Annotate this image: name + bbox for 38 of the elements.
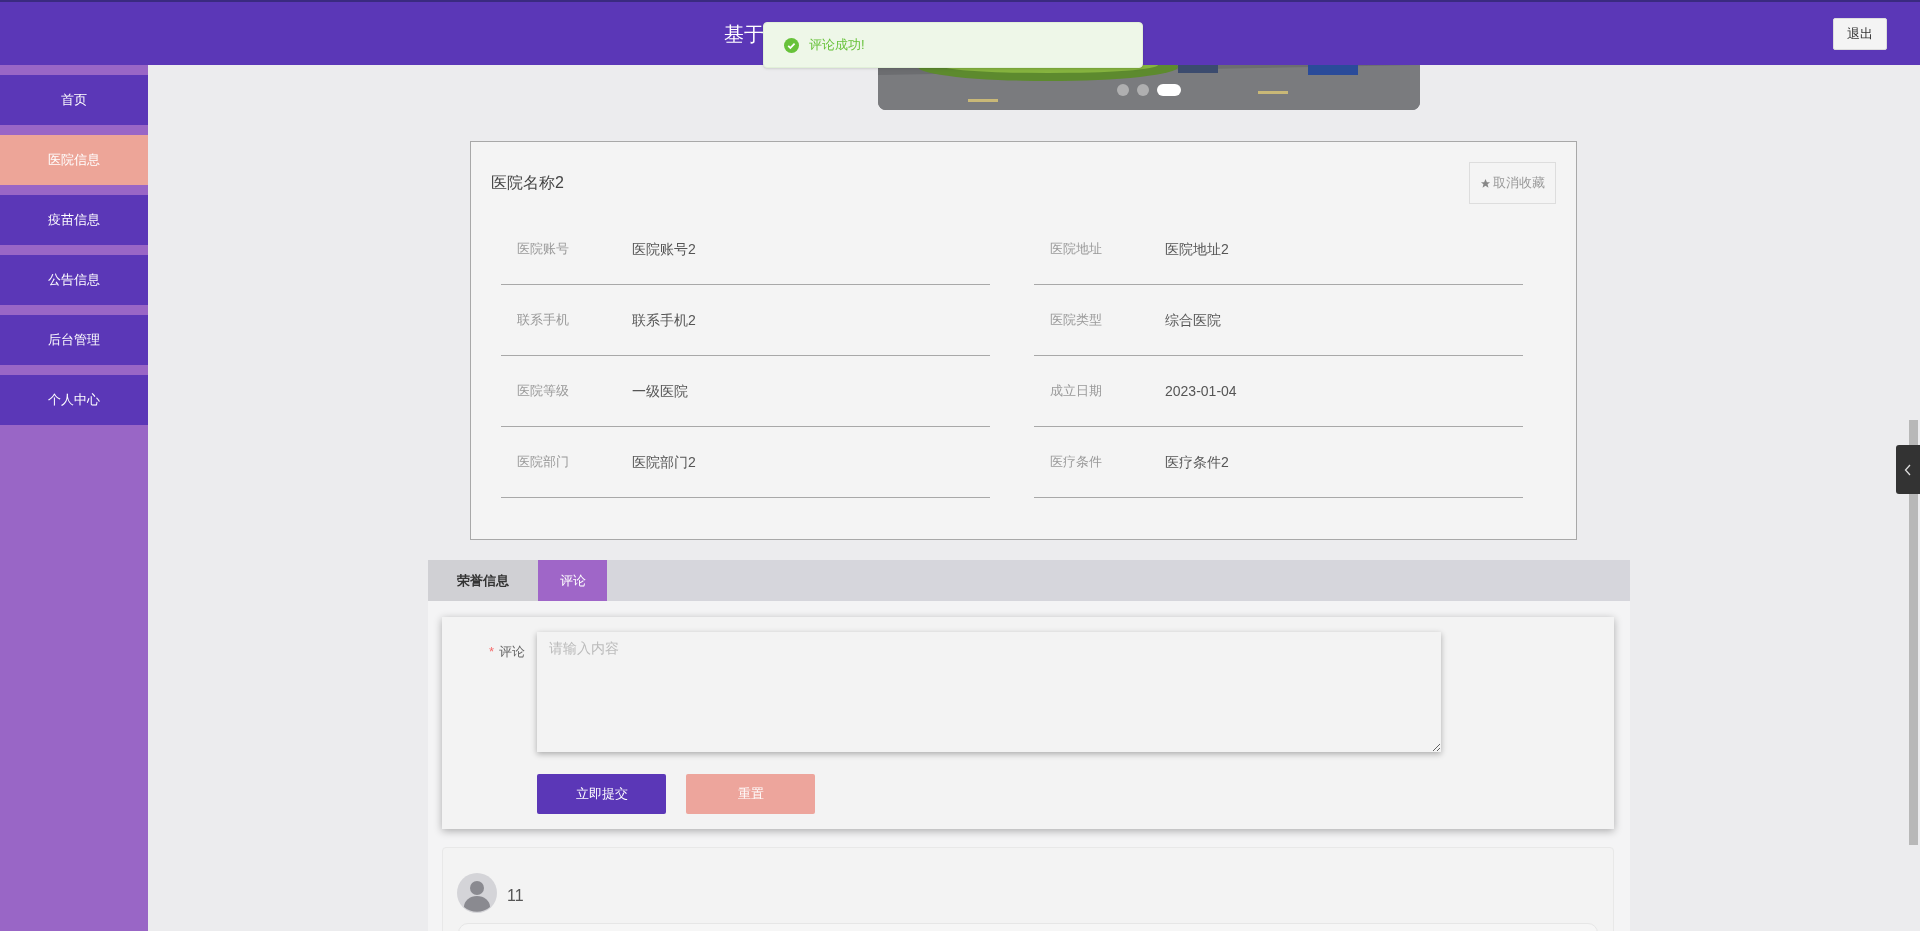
site-title: 基于 bbox=[724, 22, 764, 46]
field-label: 医院账号 bbox=[517, 240, 570, 259]
tab[interactable]: 评论 bbox=[538, 560, 607, 601]
field-value: 医院地址2 bbox=[1165, 239, 1229, 259]
field-label: 医院地址 bbox=[1050, 240, 1103, 259]
hospital-name: 医院名称2 bbox=[491, 173, 564, 193]
field-value: 综合医院 bbox=[1165, 310, 1221, 330]
success-icon bbox=[784, 37, 799, 53]
carousel-dot[interactable] bbox=[1117, 84, 1129, 96]
field-label: 医院等级 bbox=[517, 382, 570, 401]
sidebar-item[interactable]: 后台管理 bbox=[0, 315, 148, 365]
field-label: 联系手机 bbox=[517, 311, 570, 330]
field-value: 一级医院 bbox=[632, 381, 688, 401]
drawer-toggle[interactable] bbox=[1896, 445, 1920, 494]
field-value: 医院账号2 bbox=[632, 239, 696, 259]
carousel-dot[interactable] bbox=[1137, 84, 1149, 96]
comment-username: 11 bbox=[507, 886, 524, 906]
user-avatar bbox=[457, 873, 497, 913]
sidebar-item[interactable]: 个人中心 bbox=[0, 375, 148, 425]
logout-button[interactable]: 退出 bbox=[1833, 18, 1887, 50]
sidebar-item[interactable]: 首页 bbox=[0, 75, 148, 125]
field-value: 医院部门2 bbox=[632, 452, 696, 472]
field-value: 2023-01-04 bbox=[1165, 381, 1237, 401]
submit-button[interactable]: 立即提交 bbox=[537, 774, 666, 814]
field-label: 医院类型 bbox=[1050, 311, 1103, 330]
field-value: 医疗条件2 bbox=[1165, 452, 1229, 472]
chevron-left-icon bbox=[1904, 463, 1912, 476]
field-value: 联系手机2 bbox=[632, 310, 696, 330]
tab[interactable]: 荣誉信息 bbox=[428, 560, 538, 601]
comment-label: 评论 bbox=[499, 643, 525, 661]
sidebar-item[interactable]: 公告信息 bbox=[0, 255, 148, 305]
sidebar-item[interactable]: 疫苗信息 bbox=[0, 195, 148, 245]
star-icon bbox=[1480, 177, 1491, 189]
required-mark: * bbox=[489, 643, 495, 661]
toast-message: 评论成功! bbox=[809, 36, 865, 55]
field-label: 医院部门 bbox=[517, 453, 570, 472]
field-label: 医疗条件 bbox=[1050, 453, 1103, 472]
field-label: 成立日期 bbox=[1050, 382, 1103, 401]
